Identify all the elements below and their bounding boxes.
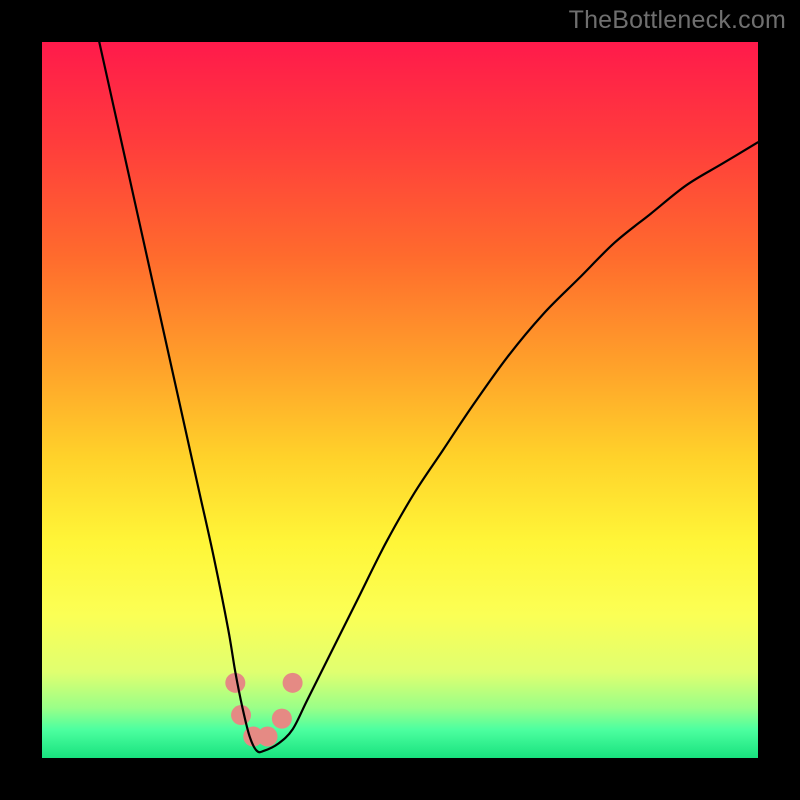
curve-layer — [42, 42, 758, 758]
pink-dot — [283, 673, 303, 693]
plot-area — [42, 42, 758, 758]
bottleneck-curve — [99, 42, 758, 752]
pink-dot — [258, 727, 278, 747]
pink-dot — [231, 705, 251, 725]
pink-dot — [272, 709, 292, 729]
chart-frame: TheBottleneck.com — [0, 0, 800, 800]
watermark-text: TheBottleneck.com — [569, 6, 786, 35]
